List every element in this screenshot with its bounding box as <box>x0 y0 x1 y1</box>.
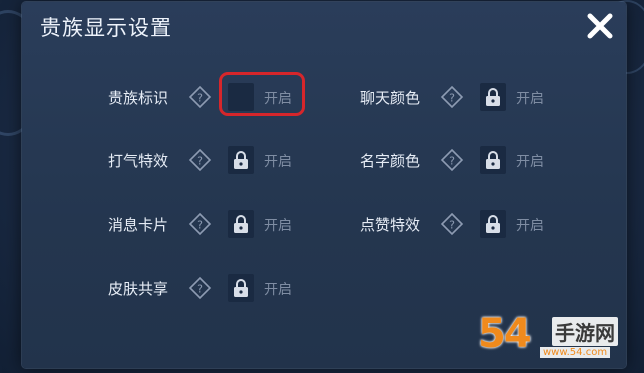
help-diamond-icon[interactable]: ? <box>440 148 464 172</box>
watermark-url: www.54.com <box>540 347 611 358</box>
highlight-annotation <box>219 72 305 116</box>
setting-label: 点赞特效 <box>360 216 421 234</box>
dialog-header: 贵族显示设置 <box>22 2 626 50</box>
setting-skin-share: 皮肤共享 ? 开启 <box>108 270 328 306</box>
close-button[interactable] <box>584 10 616 42</box>
close-icon <box>587 13 613 39</box>
setting-cheer-effect: 打气特效 ? 开启 <box>108 142 328 178</box>
toggle-state-label: 开启 <box>516 154 544 170</box>
svg-text:?: ? <box>449 219 455 232</box>
svg-text:?: ? <box>197 283 203 296</box>
setting-chat-color: 聊天颜色 ? 开启 <box>360 79 580 115</box>
svg-text:?: ? <box>449 92 455 105</box>
setting-label: 消息卡片 <box>108 216 169 234</box>
toggle-checkbox-locked[interactable] <box>228 274 254 302</box>
svg-text:?: ? <box>197 219 203 232</box>
help-diamond-icon[interactable]: ? <box>440 85 464 109</box>
help-diamond-icon[interactable]: ? <box>188 148 212 172</box>
setting-name-color: 名字颜色 ? 开启 <box>360 142 580 178</box>
toggle-checkbox-locked[interactable] <box>480 83 506 111</box>
setting-label: 名字颜色 <box>360 152 421 170</box>
svg-text:?: ? <box>197 155 203 168</box>
lock-icon <box>232 278 250 298</box>
help-diamond-icon[interactable]: ? <box>188 212 212 236</box>
setting-label: 贵族标识 <box>108 89 169 107</box>
toggle-state-label: 开启 <box>264 154 292 170</box>
setting-like-effect: 点赞特效 ? 开启 <box>360 206 580 242</box>
toggle-checkbox-locked[interactable] <box>228 146 254 174</box>
toggle-state-label: 开启 <box>264 218 292 234</box>
toggle-checkbox-locked[interactable] <box>480 146 506 174</box>
lock-icon <box>232 214 250 234</box>
setting-label: 打气特效 <box>108 152 169 170</box>
lock-icon <box>484 214 502 234</box>
setting-message-card: 消息卡片 ? 开启 <box>108 206 328 242</box>
watermark-site-name: 手游网 <box>552 317 618 346</box>
lock-icon <box>484 150 502 170</box>
help-diamond-icon[interactable]: ? <box>440 212 464 236</box>
help-diamond-icon[interactable]: ? <box>188 276 212 300</box>
toggle-state-label: 开启 <box>516 218 544 234</box>
game-screen: 贵族显示设置 贵族标识 ? 开启 打气特效 ? 开启 消息卡片 ? 开启 皮肤共… <box>0 0 644 373</box>
help-diamond-icon[interactable]: ? <box>188 85 212 109</box>
toggle-checkbox-locked[interactable] <box>228 210 254 238</box>
toggle-checkbox-locked[interactable] <box>480 210 506 238</box>
lock-icon <box>232 150 250 170</box>
svg-text:?: ? <box>449 155 455 168</box>
svg-text:?: ? <box>197 92 203 105</box>
setting-label: 皮肤共享 <box>108 280 169 298</box>
toggle-state-label: 开启 <box>264 282 292 298</box>
setting-label: 聊天颜色 <box>360 89 421 107</box>
lock-icon <box>484 87 502 107</box>
watermark-number: 54 <box>478 311 532 357</box>
toggle-state-label: 开启 <box>516 91 544 107</box>
dialog-title: 贵族显示设置 <box>40 16 172 40</box>
site-watermark: 54 手游网 www.54.com <box>478 307 638 369</box>
